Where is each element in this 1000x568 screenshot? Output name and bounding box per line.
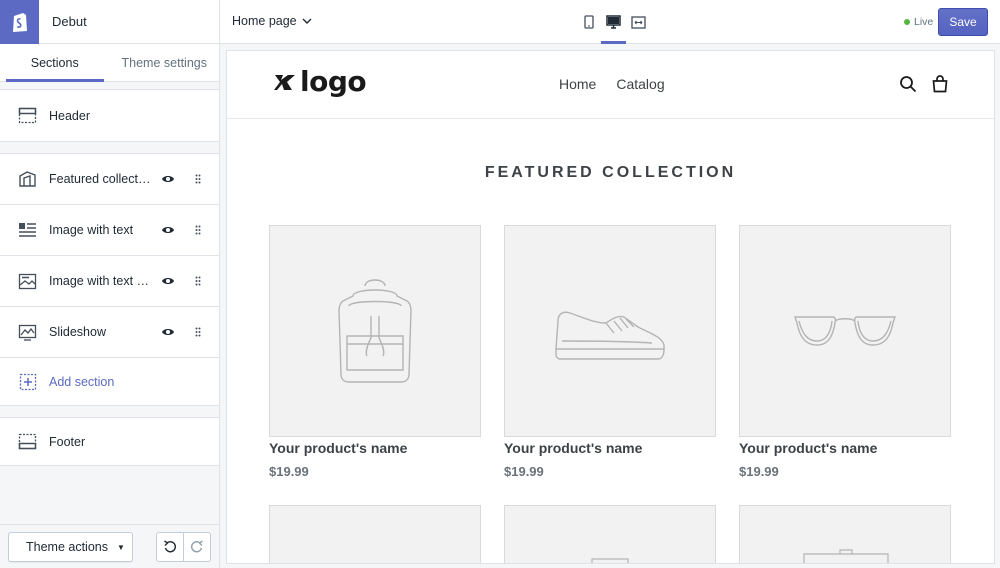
eye-icon[interactable] <box>159 221 177 239</box>
product-image <box>269 225 481 437</box>
cart-icon[interactable] <box>931 75 949 98</box>
page-selector[interactable]: Home page <box>232 14 312 28</box>
sidebar-item-footer[interactable]: Footer <box>0 418 219 465</box>
product-price: $19.99 <box>269 464 309 479</box>
sidebar-item-image-with-text-overlay[interactable]: Image with text overlay <box>0 256 219 307</box>
shopify-logo-icon[interactable] <box>0 0 39 44</box>
drag-handle-icon[interactable] <box>193 171 203 187</box>
product-card[interactable]: Your product's name $19.99 <box>504 225 716 479</box>
collection-icon <box>18 170 37 189</box>
image-with-text-icon <box>18 221 37 240</box>
store-nav: Home Catalog <box>559 76 665 92</box>
add-section-icon <box>18 372 37 391</box>
sidebar-item-label: Image with text <box>49 223 134 237</box>
mobile-view-button[interactable] <box>576 0 601 44</box>
sidebar-item-label: Slideshow <box>49 325 106 339</box>
drag-handle-icon[interactable] <box>193 222 203 238</box>
storefront-preview: logo Home Catalog FEATURED COLLECTION Yo… <box>227 51 994 563</box>
sidebar-bottom-bar: Theme actions ▼ <box>0 524 219 568</box>
sidebar-item-slideshow[interactable]: Slideshow <box>0 307 219 358</box>
redo-button[interactable] <box>183 533 210 561</box>
mobile-icon <box>583 15 594 29</box>
glasses-icon <box>794 316 896 346</box>
undo-icon <box>164 540 177 553</box>
sidebar-item-featured-collection[interactable]: Featured collection <box>0 154 219 205</box>
eye-icon[interactable] <box>159 170 177 188</box>
tab-theme-settings[interactable]: Theme settings <box>110 44 220 81</box>
featured-collection-title: FEATURED COLLECTION <box>484 164 737 181</box>
store-name: Debut <box>52 14 87 29</box>
live-status-label: Live <box>914 16 934 28</box>
logo-text: logo <box>300 65 367 98</box>
live-dot-icon <box>904 19 910 25</box>
theme-actions-label: Theme actions <box>26 540 108 554</box>
sneaker-icon <box>555 311 665 360</box>
eye-icon[interactable] <box>159 272 177 290</box>
sidebar-item-label: Footer <box>49 434 86 449</box>
product-placeholder-icon <box>803 549 889 563</box>
save-button[interactable]: Save <box>938 8 988 36</box>
sidebar-item-header[interactable]: Header <box>0 90 219 141</box>
product-card[interactable]: Your product's name $19.99 <box>739 225 951 479</box>
footer-layout-icon <box>18 432 37 451</box>
chevron-down-icon <box>302 18 312 24</box>
eye-icon[interactable] <box>159 323 177 341</box>
header-section-group: Header <box>0 89 219 142</box>
drag-handle-icon[interactable] <box>193 273 203 289</box>
sidebar-item-label: Image with text overlay <box>49 274 151 288</box>
sidebar-brand: Debut <box>0 0 219 44</box>
desktop-icon <box>606 15 621 29</box>
live-status-badge: Live <box>904 16 933 28</box>
store-logo[interactable]: logo <box>274 65 367 98</box>
footer-section-group: Footer <box>0 417 219 466</box>
caret-down-icon: ▼ <box>116 542 125 552</box>
add-section-label: Add section <box>49 374 115 389</box>
product-image <box>504 225 716 437</box>
nav-link-catalog[interactable]: Catalog <box>616 76 664 92</box>
sidebar-tabs: Sections Theme settings <box>0 44 219 82</box>
store-header: logo Home Catalog <box>227 51 994 119</box>
desktop-view-button[interactable] <box>601 0 626 44</box>
product-card[interactable]: Your product's name $19.99 <box>269 225 481 479</box>
product-price: $19.99 <box>504 464 544 479</box>
product-price: $19.99 <box>739 464 779 479</box>
page-selector-label: Home page <box>232 14 297 28</box>
undo-redo-group <box>156 532 211 562</box>
search-icon[interactable] <box>899 75 917 98</box>
content-sections-group: Featured collection Image with text Imag… <box>0 153 219 406</box>
slideshow-icon <box>18 323 37 342</box>
theme-actions-button[interactable]: Theme actions ▼ <box>8 532 133 562</box>
redo-icon <box>190 540 203 553</box>
product-name[interactable]: Your product's name <box>269 440 481 456</box>
product-image <box>739 225 951 437</box>
editor-sidebar: Debut Sections Theme settings Header Fea… <box>0 0 220 568</box>
fullscreen-icon <box>631 15 646 29</box>
image-overlay-icon <box>18 272 37 291</box>
product-image[interactable] <box>504 505 716 563</box>
device-switcher <box>576 0 651 44</box>
store-header-icons <box>899 75 949 98</box>
editor-topbar: Home page Live Save <box>220 0 1000 44</box>
product-name[interactable]: Your product's name <box>504 440 716 456</box>
logo-mark-icon <box>274 75 295 90</box>
product-image[interactable] <box>269 505 481 563</box>
product-image[interactable] <box>739 505 951 563</box>
header-layout-icon <box>18 106 37 125</box>
backpack-icon <box>338 279 412 383</box>
add-section-button[interactable]: Add section <box>0 358 219 405</box>
nav-link-home[interactable]: Home <box>559 76 596 92</box>
undo-button[interactable] <box>157 533 183 561</box>
product-name[interactable]: Your product's name <box>739 440 951 456</box>
sidebar-item-label: Header <box>49 108 90 123</box>
drag-handle-icon[interactable] <box>193 324 203 340</box>
tab-sections[interactable]: Sections <box>0 44 110 82</box>
sidebar-item-image-with-text[interactable]: Image with text <box>0 205 219 256</box>
fullscreen-view-button[interactable] <box>626 0 651 44</box>
sidebar-item-label: Featured collection <box>49 172 151 186</box>
product-placeholder-icon <box>591 558 629 563</box>
